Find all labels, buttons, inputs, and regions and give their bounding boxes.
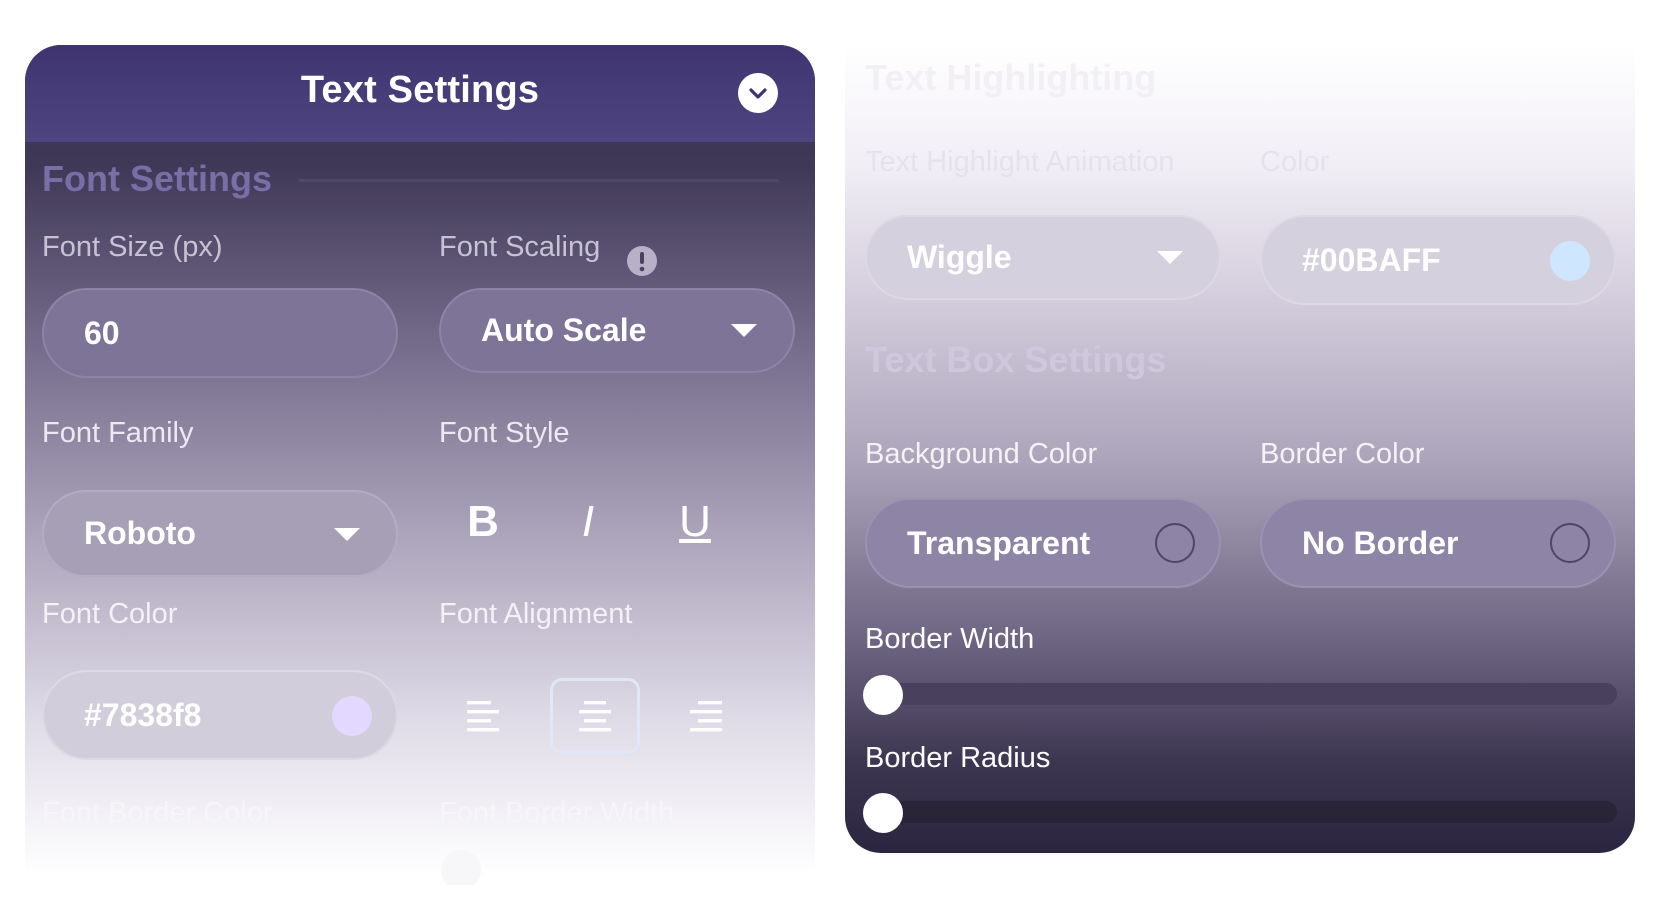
- font-color-label: Font Color: [42, 598, 178, 630]
- highlight-color-value: #00BAFF: [1302, 241, 1441, 278]
- align-left-icon: [467, 701, 499, 732]
- panel-title: Text Settings: [300, 69, 540, 111]
- font-scaling-select[interactable]: Auto Scale: [439, 288, 795, 373]
- font-scaling-value: Auto Scale: [481, 312, 647, 348]
- background-color-value: Transparent: [907, 524, 1091, 561]
- font-alignment-label: Font Alignment: [439, 598, 633, 630]
- section-title-font-settings: Font Settings: [42, 158, 272, 199]
- collapse-button[interactable]: [738, 73, 778, 113]
- font-color-input[interactable]: #7838f8: [42, 670, 398, 760]
- font-size-input[interactable]: 60: [42, 288, 398, 378]
- highlight-color-input[interactable]: #00BAFF: [1260, 215, 1616, 305]
- chevron-down-icon: [749, 88, 767, 99]
- italic-button[interactable]: I: [558, 497, 618, 547]
- section-title-text-highlighting: Text Highlighting: [865, 57, 1157, 98]
- border-radius-slider-thumb[interactable]: [863, 793, 903, 833]
- info-icon[interactable]: [627, 246, 657, 276]
- highlight-animation-select[interactable]: Wiggle: [865, 215, 1221, 300]
- align-center-icon: [579, 701, 611, 732]
- align-center-button[interactable]: [550, 678, 640, 754]
- section-title-text-box-settings: Text Box Settings: [865, 339, 1167, 380]
- font-style-label: Font Style: [439, 417, 570, 449]
- font-border-width-slider-thumb[interactable]: [441, 850, 481, 885]
- text-settings-header: Text Settings: [25, 45, 815, 142]
- align-right-button[interactable]: [661, 678, 751, 754]
- font-family-select[interactable]: Roboto: [42, 490, 398, 577]
- highlight-color-label: Color: [1260, 146, 1330, 178]
- font-size-value: 60: [84, 314, 120, 351]
- caret-down-icon: [1157, 251, 1183, 264]
- font-family-value: Roboto: [84, 515, 196, 551]
- font-size-label: Font Size (px): [42, 231, 223, 263]
- font-color-value: #7838f8: [84, 696, 202, 733]
- align-right-icon: [690, 701, 722, 732]
- section-divider: [299, 179, 779, 182]
- border-radius-slider-track[interactable]: [865, 801, 1617, 823]
- color-swatch[interactable]: [1550, 241, 1590, 281]
- border-color-input[interactable]: No Border: [1260, 498, 1616, 588]
- font-scaling-label: Font Scaling: [439, 231, 601, 263]
- text-highlighting-panel: Text Highlighting Text Highlight Animati…: [845, 45, 1635, 853]
- section-divider: [1207, 361, 1615, 364]
- background-color-label: Background Color: [865, 438, 1098, 470]
- font-border-color-label: Font Border Color: [42, 797, 273, 829]
- border-radius-label: Border Radius: [865, 742, 1051, 774]
- color-swatch[interactable]: [1550, 523, 1590, 563]
- caret-down-icon: [334, 528, 360, 541]
- underline-button[interactable]: U: [665, 497, 725, 547]
- caret-down-icon: [731, 324, 757, 337]
- border-color-label: Border Color: [1260, 438, 1425, 470]
- background-color-input[interactable]: Transparent: [865, 498, 1221, 588]
- border-width-label: Border Width: [865, 623, 1035, 655]
- color-swatch[interactable]: [1155, 523, 1195, 563]
- border-width-slider-thumb[interactable]: [863, 675, 903, 715]
- color-swatch[interactable]: [332, 696, 372, 736]
- highlight-animation-label: Text Highlight Animation: [865, 146, 1175, 178]
- highlight-animation-value: Wiggle: [907, 239, 1012, 275]
- text-settings-panel: Text Settings Font Settings Font Size (p…: [25, 45, 815, 885]
- font-family-label: Font Family: [42, 417, 194, 449]
- font-border-width-label: Font Border Width: [439, 797, 675, 829]
- align-left-button[interactable]: [438, 678, 528, 754]
- border-color-value: No Border: [1302, 524, 1459, 561]
- bold-button[interactable]: B: [453, 497, 513, 547]
- border-width-slider-track[interactable]: [865, 683, 1617, 705]
